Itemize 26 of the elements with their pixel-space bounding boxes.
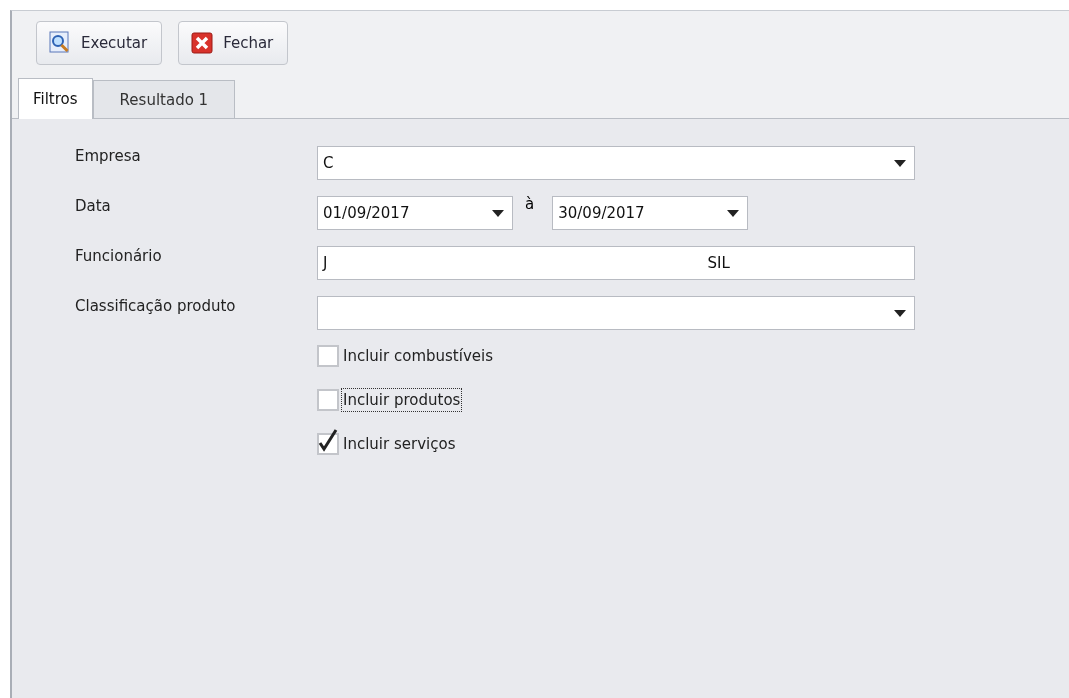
field-label: Funcionário <box>75 246 163 265</box>
date-field[interactable]: 30/09/2017 <box>552 196 749 230</box>
checkbox[interactable] <box>317 345 339 367</box>
field-label: Classificação produto <box>75 296 237 315</box>
checkmark-icon <box>317 429 339 453</box>
checkbox-label[interactable]: Incluir serviços <box>342 433 457 455</box>
search-icon <box>49 31 71 55</box>
field-label: Empresa <box>75 146 142 165</box>
dropdown-caret-icon <box>894 159 906 167</box>
checkbox-label[interactable]: Incluir combustíveis <box>342 345 494 367</box>
dropdown-caret-icon <box>894 309 906 317</box>
dropdown-caret-icon <box>727 209 740 217</box>
combo-field[interactable]: C <box>317 146 915 180</box>
input-field[interactable]: J SIL <box>317 246 915 280</box>
field-label: Data <box>75 196 112 215</box>
checkbox-label[interactable]: Incluir produtos <box>342 389 462 411</box>
range-separator: à <box>525 194 535 213</box>
checkbox[interactable] <box>317 389 339 411</box>
tab[interactable]: Filtros <box>18 78 93 119</box>
date-field[interactable]: 01/09/2017 <box>317 196 513 230</box>
tab[interactable]: Resultado 1 <box>92 80 236 118</box>
close-icon <box>191 32 214 54</box>
dropdown-caret-icon <box>492 209 504 217</box>
combo-field[interactable] <box>317 296 915 330</box>
close-button[interactable]: Fechar <box>178 21 289 65</box>
execute-button[interactable]: Executar <box>36 21 163 65</box>
